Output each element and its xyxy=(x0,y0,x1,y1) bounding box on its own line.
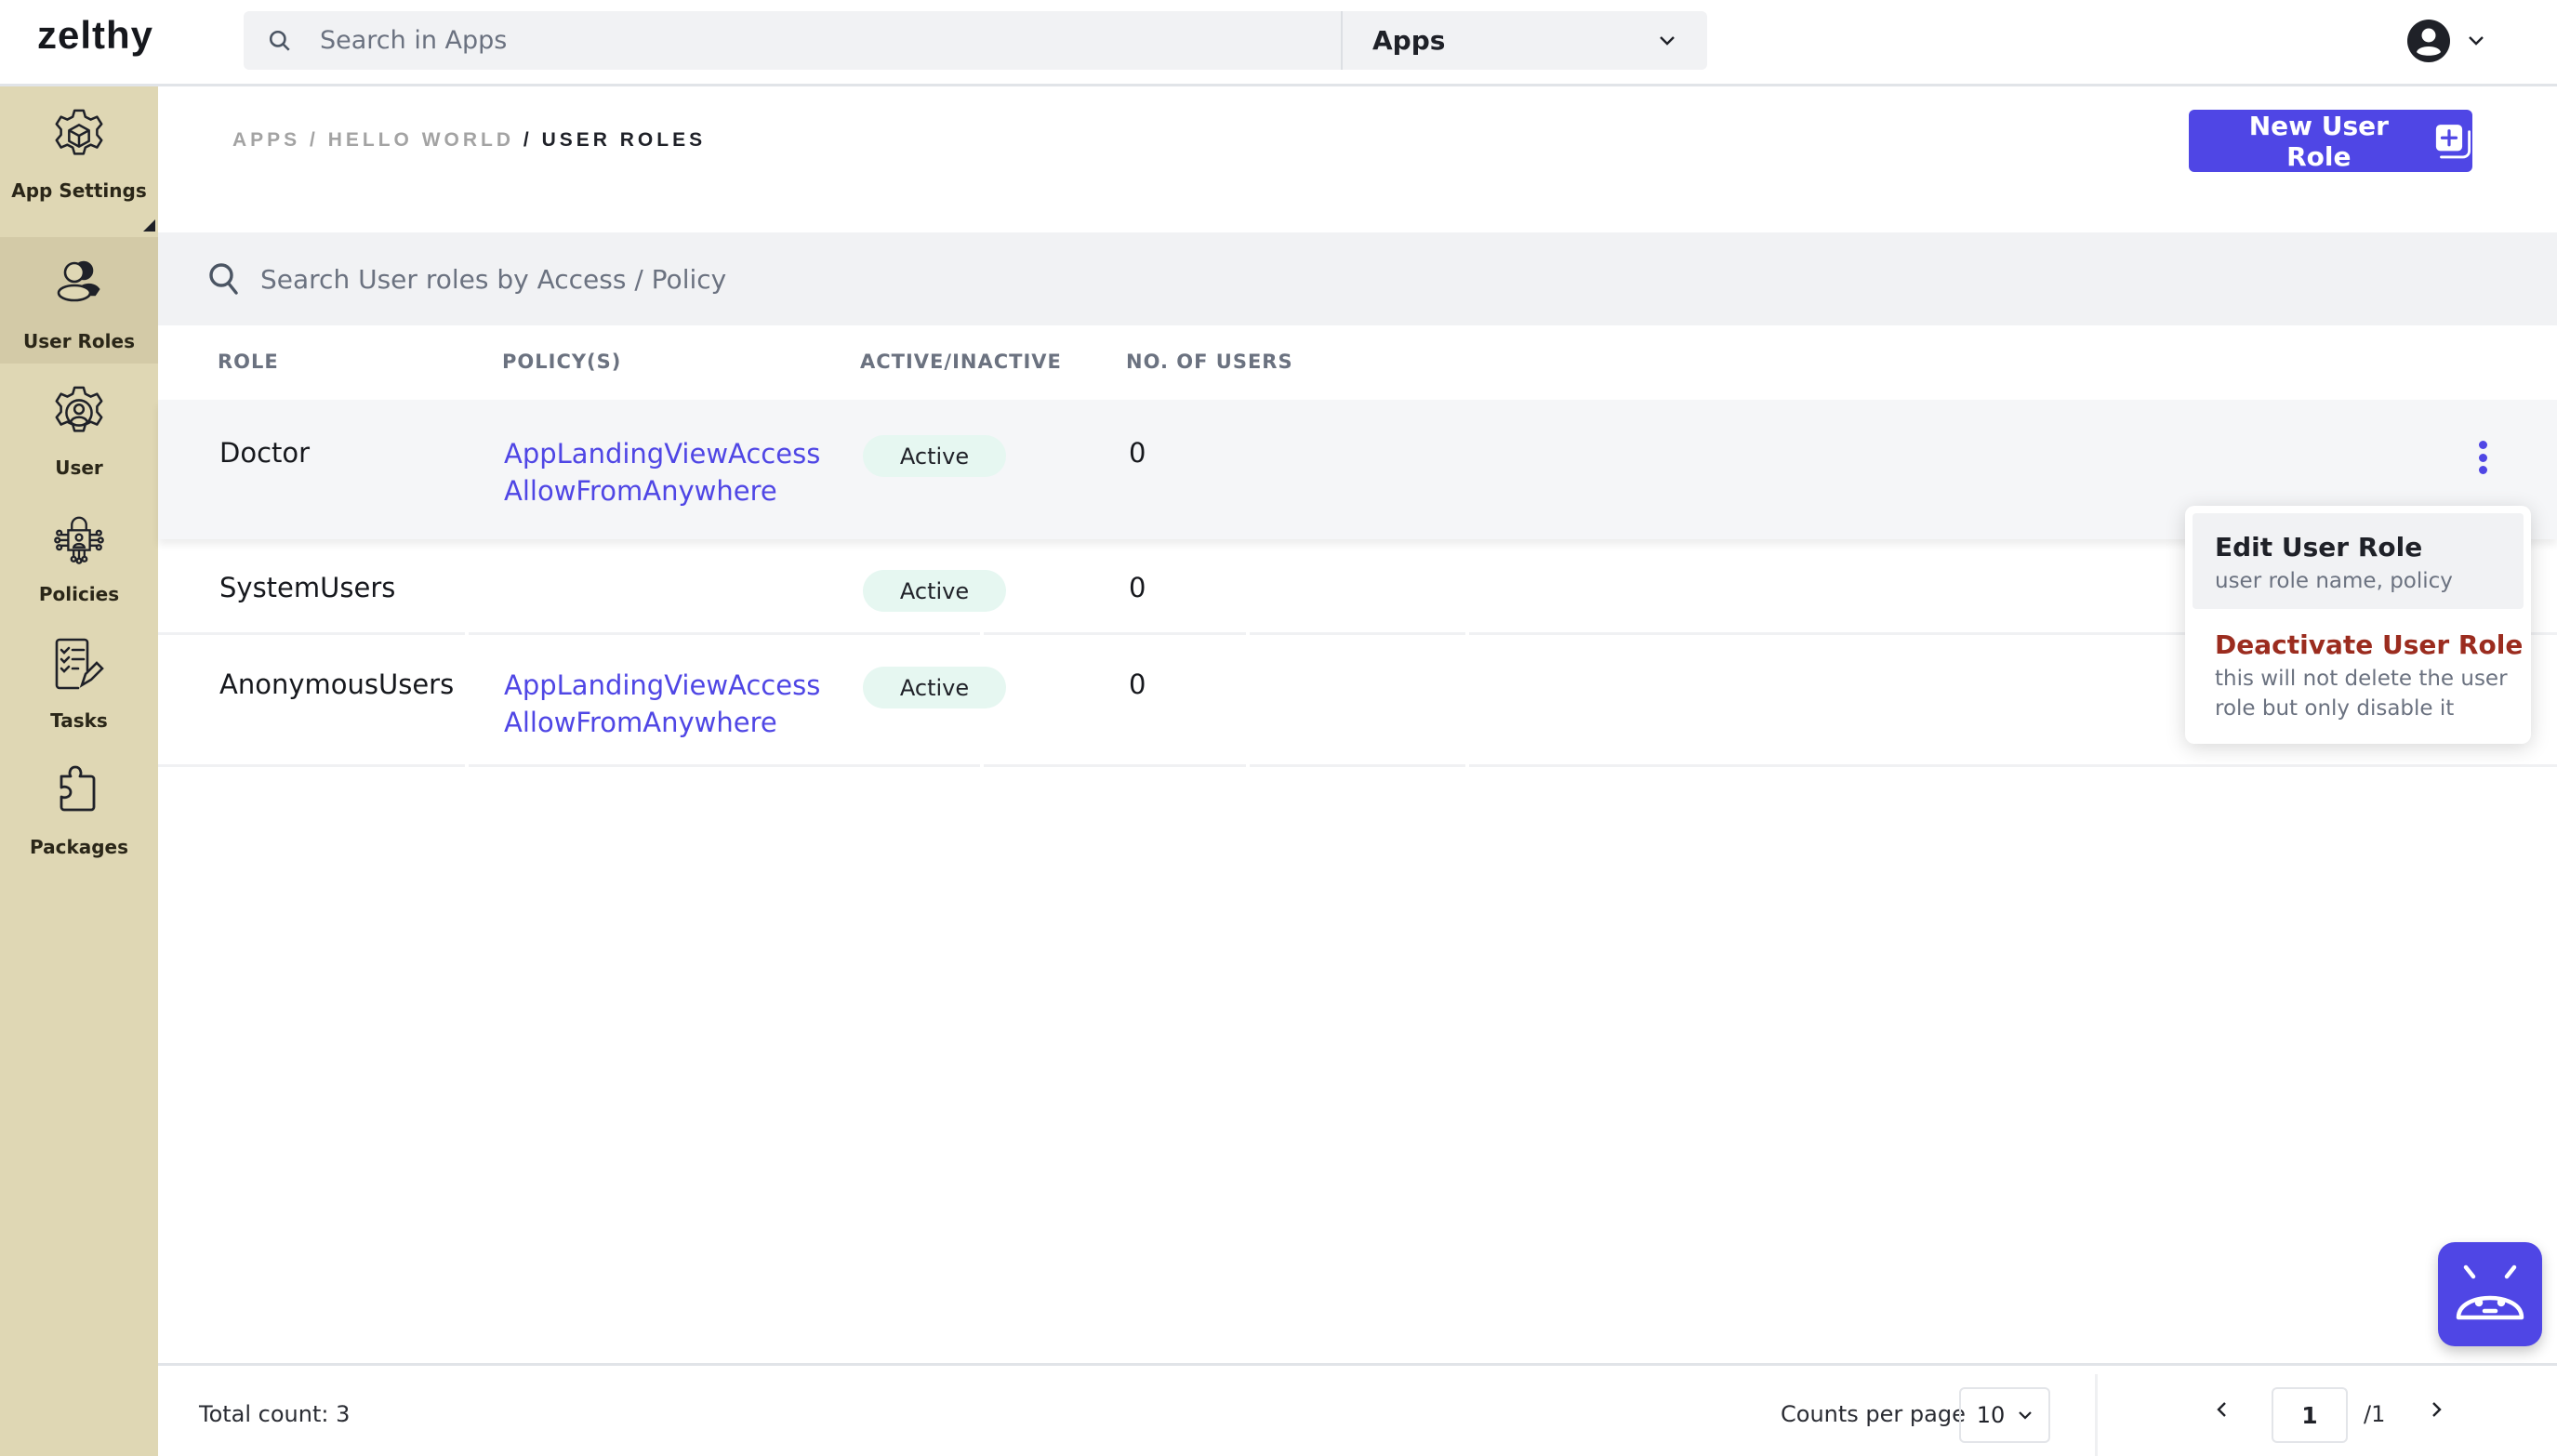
pagination-footer: Total count: 3 Counts per page 10 /1 xyxy=(158,1363,2557,1456)
current-page-input[interactable] xyxy=(2272,1387,2348,1443)
chevron-right-icon xyxy=(2432,1402,2442,1417)
row-divider xyxy=(1469,764,2557,767)
breadcrumb-apps[interactable]: APPS xyxy=(232,129,300,151)
user-count: 0 xyxy=(1129,572,1146,603)
breadcrumb-separator: / xyxy=(523,129,533,151)
policy-link[interactable]: AppLandingViewAccess xyxy=(504,667,820,704)
collapse-corner-icon[interactable] xyxy=(143,219,155,232)
sidebar-item-tasks[interactable]: Tasks xyxy=(0,616,158,743)
user-roles-icon xyxy=(57,260,100,302)
sidebar-item-packages[interactable]: Packages xyxy=(0,743,158,869)
lock-circuit-icon xyxy=(54,516,104,564)
sidebar: App Settings User Roles User Policies Ta… xyxy=(0,86,158,1456)
table-search[interactable] xyxy=(158,232,2557,325)
footer-divider xyxy=(2095,1374,2098,1456)
global-search[interactable] xyxy=(244,11,1341,70)
row-divider xyxy=(984,764,1246,767)
sidebar-item-user[interactable]: User xyxy=(0,364,158,490)
status-badge: Active xyxy=(863,667,1006,708)
gear-box-icon xyxy=(55,109,103,155)
menu-item-subtitle: user role name, policy xyxy=(2215,569,2453,593)
column-header-status[interactable]: ACTIVE/INACTIVE xyxy=(860,351,1062,373)
checklist-pencil-icon xyxy=(55,638,104,690)
breadcrumb-hello-world[interactable]: HELLO WORLD xyxy=(328,129,514,151)
counts-per-page-select[interactable]: 10 xyxy=(1959,1387,2050,1443)
user-menu[interactable] xyxy=(2406,19,2484,63)
column-header-policies[interactable]: POLICY(S) xyxy=(502,351,621,373)
status-badge: Active xyxy=(863,570,1006,612)
role-name: SystemUsers xyxy=(219,572,396,603)
sidebar-item-label: User Roles xyxy=(23,330,135,352)
policy-list: AppLandingViewAccess AllowFromAnywhere xyxy=(504,667,820,741)
apps-select[interactable]: Apps xyxy=(1341,11,1707,70)
chevron-down-icon xyxy=(1660,35,1675,46)
new-user-role-label: New User Role xyxy=(2248,110,2389,172)
sidebar-item-label: App Settings xyxy=(11,179,147,202)
row-actions-kebab-icon[interactable] xyxy=(2469,437,2497,478)
sidebar-item-user-roles[interactable]: User Roles xyxy=(0,237,158,364)
total-pages: /1 xyxy=(2364,1401,2386,1427)
previous-page-button[interactable] xyxy=(2215,1397,2228,1425)
row-actions-menu: Edit User Role user role name, policy De… xyxy=(2185,506,2531,744)
counts-per-page-label: Counts per page xyxy=(1781,1401,1966,1427)
sidebar-item-label: Policies xyxy=(38,583,120,605)
add-square-icon xyxy=(2435,124,2471,158)
counts-per-page-value: 10 xyxy=(1976,1402,2006,1428)
android-bot-icon xyxy=(2456,1264,2524,1320)
chevron-down-icon xyxy=(2019,1411,2033,1420)
row-divider xyxy=(469,764,980,767)
global-search-input[interactable] xyxy=(320,26,1157,55)
breadcrumb-current: USER ROLES xyxy=(541,129,707,151)
breadcrumb: APPS / HELLO WORLD / USER ROLES xyxy=(232,129,706,152)
avatar-icon xyxy=(2407,20,2450,62)
chevron-down-icon xyxy=(2469,36,2484,46)
menu-item-title: Edit User Role xyxy=(2215,532,2423,563)
assistant-bot-button[interactable] xyxy=(2438,1242,2542,1346)
status-badge: Active xyxy=(863,435,1006,477)
search-icon xyxy=(269,30,290,51)
sidebar-item-policies[interactable]: Policies xyxy=(0,490,158,616)
sidebar-item-label: User xyxy=(55,457,103,479)
user-count: 0 xyxy=(1129,437,1146,469)
row-divider xyxy=(158,764,465,767)
new-user-role-button[interactable]: New User Role xyxy=(2189,110,2472,172)
column-header-role[interactable]: ROLE xyxy=(218,351,279,373)
total-count: Total count: 3 xyxy=(199,1401,351,1427)
gear-user-icon xyxy=(55,386,103,432)
chevron-left-icon xyxy=(2217,1402,2226,1417)
next-page-button[interactable] xyxy=(2431,1397,2444,1425)
policy-list: AppLandingViewAccess AllowFromAnywhere xyxy=(504,435,820,510)
sidebar-item-label: Packages xyxy=(29,836,129,858)
search-icon xyxy=(209,263,238,295)
policy-link[interactable]: AllowFromAnywhere xyxy=(504,704,820,741)
menu-item-title: Deactivate User Role xyxy=(2215,629,2524,660)
row-divider xyxy=(1250,764,1465,767)
role-name: AnonymousUsers xyxy=(219,668,455,700)
deactivate-user-role-menu-item[interactable]: Deactivate User Role this will not delet… xyxy=(2193,609,2524,730)
policy-link[interactable]: AllowFromAnywhere xyxy=(504,472,820,510)
puzzle-icon xyxy=(60,765,96,812)
user-count: 0 xyxy=(1129,668,1146,700)
sidebar-item-app-settings[interactable]: App Settings xyxy=(0,86,158,232)
menu-item-subtitle: this will not delete the user role but o… xyxy=(2215,667,2508,721)
edit-user-role-menu-item[interactable]: Edit User Role user role name, policy xyxy=(2193,513,2524,609)
table-search-input[interactable] xyxy=(260,263,1376,295)
sidebar-item-label: Tasks xyxy=(50,709,108,732)
role-name: Doctor xyxy=(219,437,311,469)
column-header-users[interactable]: NO. OF USERS xyxy=(1126,351,1293,373)
zelthy-logo[interactable]: zelthy xyxy=(37,13,153,58)
policy-link[interactable]: AppLandingViewAccess xyxy=(504,435,820,472)
breadcrumb-separator: / xyxy=(310,129,319,151)
top-bar: zelthy Apps xyxy=(0,0,2557,86)
apps-select-value: Apps xyxy=(1372,25,1446,56)
